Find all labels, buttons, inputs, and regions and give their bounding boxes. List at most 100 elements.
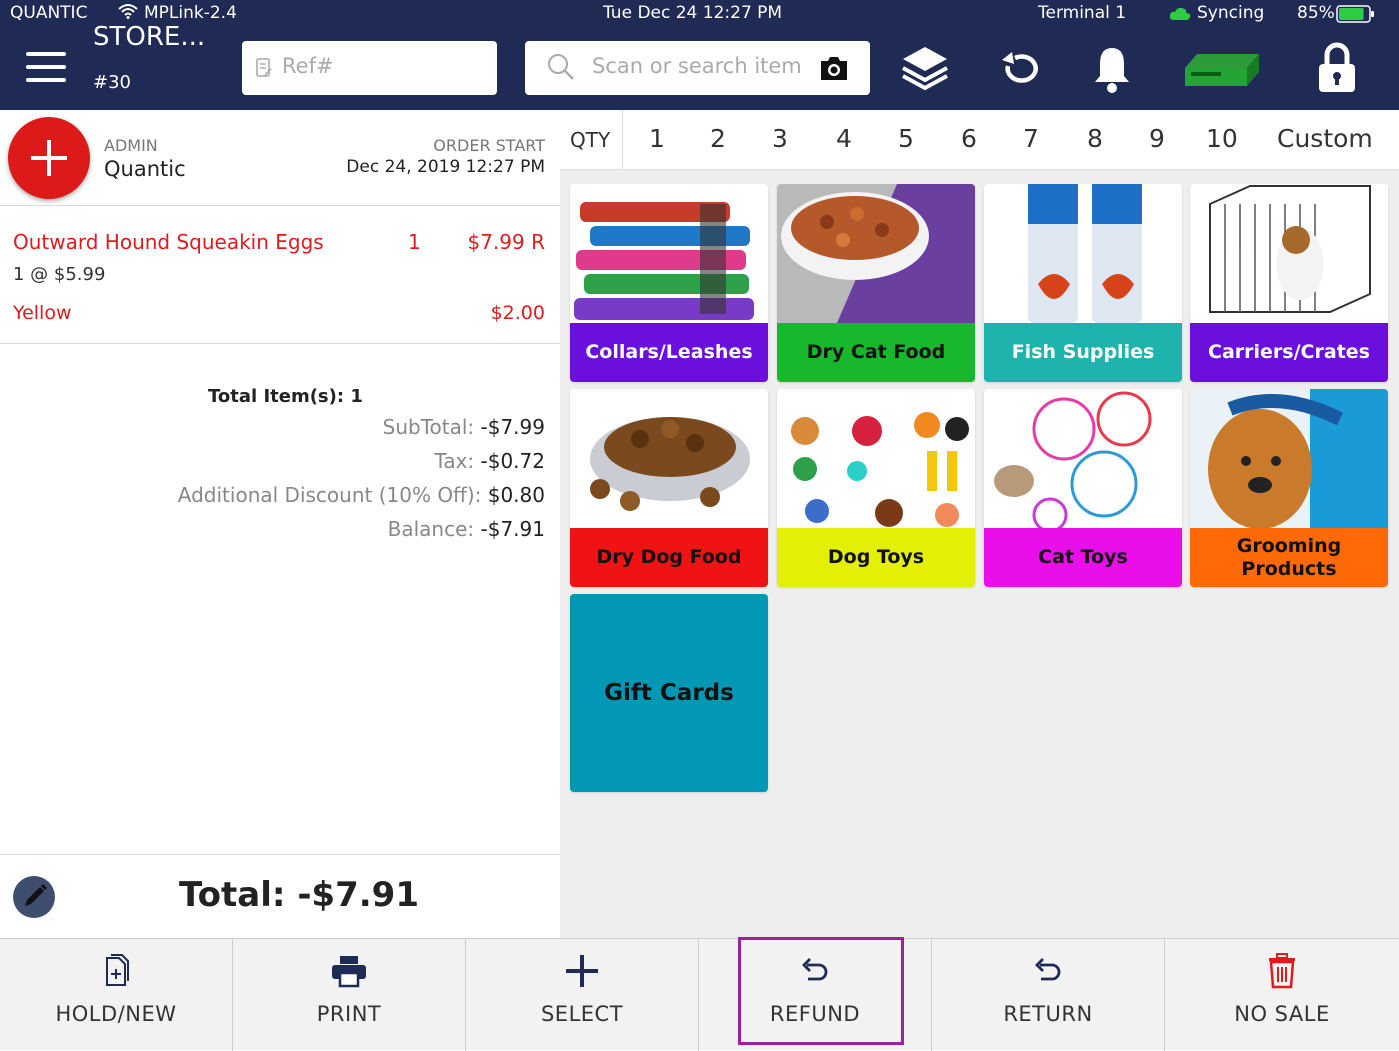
item-qty: 1 — [408, 230, 421, 254]
trash-icon — [1262, 953, 1302, 989]
collars-image — [570, 184, 768, 323]
fish-supplies-image — [984, 184, 1182, 323]
layers-icon[interactable] — [900, 44, 950, 96]
category-tile-gift-cards[interactable]: Gift Cards — [570, 594, 768, 792]
undo-arrow-icon — [795, 953, 835, 989]
menu-icon-line — [26, 65, 66, 69]
category-tile-cat-toys[interactable]: Cat Toys — [984, 389, 1182, 587]
category-label: Fish Supplies — [984, 323, 1182, 382]
qty-option-10[interactable]: 10 — [1206, 124, 1238, 153]
hold-new-label: HOLD/NEW — [55, 1002, 177, 1026]
lock-icon[interactable] — [1316, 40, 1358, 98]
qty-option-6[interactable]: 6 — [961, 124, 977, 153]
battery-percent: 85% — [1297, 3, 1335, 23]
tax-row: Tax: -$0.72 — [434, 449, 545, 473]
menu-icon-line — [26, 52, 66, 56]
order-panel: ADMIN Quantic ORDER START Dec 24, 2019 1… — [0, 110, 560, 938]
qty-option-2[interactable]: 2 — [710, 124, 726, 153]
tax-label: Tax: — [434, 449, 475, 473]
terminal-label: Terminal 1 — [1038, 3, 1127, 23]
category-tile-dry-dog-food[interactable]: Dry Dog Food — [570, 389, 768, 587]
user-role: ADMIN — [104, 136, 158, 155]
item-name: Outward Hound Squeakin Eggs — [13, 230, 324, 254]
edit-order-button[interactable] — [13, 876, 55, 918]
qty-option-5[interactable]: 5 — [898, 124, 914, 153]
store-number: #30 — [93, 72, 131, 93]
search-icon — [547, 53, 575, 85]
refund-button[interactable]: REFUND — [699, 939, 932, 1051]
quantity-bar: QTY 1 2 3 4 5 6 7 8 9 10 Custom — [560, 110, 1399, 170]
crate-image — [1190, 184, 1388, 323]
user-name: Quantic — [104, 157, 186, 181]
category-tile-grooming-products[interactable]: Grooming Products — [1190, 389, 1388, 587]
subtotal-value: -$7.99 — [480, 415, 545, 439]
pencil-icon — [25, 884, 47, 906]
qty-option-7[interactable]: 7 — [1023, 124, 1039, 153]
category-label: Gift Cards — [604, 679, 734, 706]
qty-label: QTY — [570, 128, 611, 152]
category-tile-carriers-crates[interactable]: Carriers/Crates — [1190, 184, 1388, 382]
category-label: Dry Dog Food — [570, 528, 768, 587]
cloud-icon — [1169, 6, 1191, 26]
subtotal-label: SubTotal: — [382, 415, 475, 439]
print-label: PRINT — [316, 1002, 382, 1026]
category-tile-dry-cat-food[interactable]: Dry Cat Food — [777, 184, 975, 382]
category-tile-collars-leashes[interactable]: Collars/Leashes — [570, 184, 768, 382]
item-price: $7.99 R — [467, 230, 545, 254]
sync-refresh-icon[interactable] — [1000, 50, 1042, 90]
subtotal-row: SubTotal: -$7.99 — [383, 415, 545, 439]
search-input[interactable] — [592, 54, 817, 78]
store-name: STORE... — [93, 22, 206, 52]
discount-value: $0.80 — [487, 483, 545, 507]
qty-option-1[interactable]: 1 — [649, 124, 665, 153]
category-tile-fish-supplies[interactable]: Fish Supplies — [984, 184, 1182, 382]
category-label: Cat Toys — [984, 528, 1182, 587]
menu-icon-line — [26, 78, 66, 82]
menu-button[interactable] — [26, 52, 66, 84]
hold-new-button[interactable]: HOLD/NEW — [0, 939, 233, 1051]
cash-drawer-icon[interactable] — [1181, 50, 1261, 94]
qty-option-3[interactable]: 3 — [772, 124, 788, 153]
category-label: Dry Cat Food — [777, 323, 975, 382]
ref-input[interactable] — [282, 54, 482, 78]
order-start-date: Dec 24, 2019 12:27 PM — [346, 157, 545, 177]
modifier-name: Yellow — [13, 302, 72, 324]
balance-label: Balance: — [387, 517, 475, 541]
plus-icon — [562, 953, 602, 989]
notification-bell-icon[interactable] — [1093, 44, 1131, 98]
select-button[interactable]: SELECT — [466, 939, 699, 1051]
order-start-label: ORDER START — [433, 136, 545, 155]
category-tile-dog-toys[interactable]: Dog Toys — [777, 389, 975, 587]
modifier-price: $2.00 — [490, 302, 545, 324]
category-label: Collars/Leashes — [570, 323, 768, 382]
add-customer-button[interactable] — [8, 117, 90, 199]
qty-option-custom[interactable]: Custom — [1277, 124, 1373, 153]
qty-option-8[interactable]: 8 — [1087, 124, 1103, 153]
status-datetime: Tue Dec 24 12:27 PM — [603, 3, 783, 23]
wifi-icon — [118, 3, 138, 24]
divider — [0, 854, 560, 855]
grooming-image — [1190, 389, 1388, 528]
no-sale-label: NO SALE — [1234, 1002, 1330, 1026]
qty-option-9[interactable]: 9 — [1149, 124, 1165, 153]
category-label: Grooming Products — [1190, 528, 1388, 587]
camera-icon[interactable] — [818, 54, 850, 86]
sync-status: Syncing — [1197, 3, 1265, 23]
balance-value: -$7.91 — [480, 517, 545, 541]
item-unit-price: 1 @ $5.99 — [13, 264, 106, 285]
no-sale-button[interactable]: NO SALE — [1165, 939, 1399, 1051]
return-label: RETURN — [1003, 1002, 1093, 1026]
ref-field-container — [242, 41, 497, 95]
balance-row: Balance: -$7.91 — [388, 517, 545, 541]
divider — [0, 205, 560, 206]
print-button[interactable]: PRINT — [233, 939, 466, 1051]
category-panel: QTY 1 2 3 4 5 6 7 8 9 10 Custom Collars/… — [560, 110, 1399, 938]
top-header: QUANTIC MPLink-2.4 Tue Dec 24 12:27 PM T… — [0, 0, 1399, 110]
discount-label: Additional Discount (10% Off): — [177, 483, 482, 507]
battery-icon — [1336, 5, 1376, 28]
return-button[interactable]: RETURN — [932, 939, 1165, 1051]
total-items-count: Total Item(s): 1 — [208, 386, 363, 407]
qty-option-4[interactable]: 4 — [836, 124, 852, 153]
category-label: Dog Toys — [777, 528, 975, 587]
network-name: MPLink-2.4 — [144, 3, 237, 23]
